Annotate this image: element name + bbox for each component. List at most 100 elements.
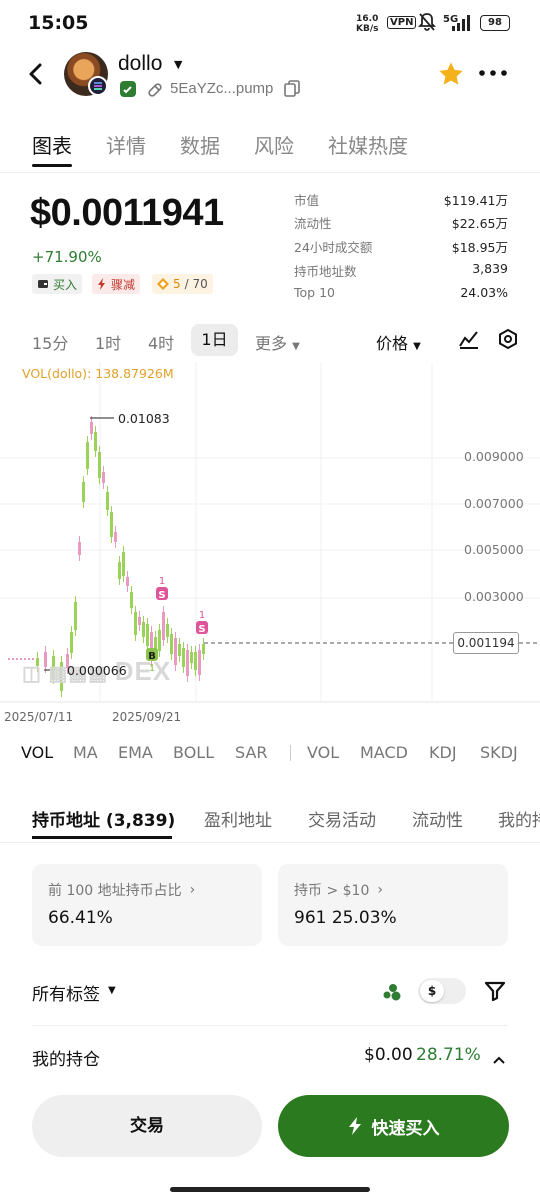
volume-legend: VOL(dollo): 138.87926M	[22, 366, 174, 381]
tab-liquidity[interactable]: 流动性	[412, 806, 463, 831]
top100-header: 前 100 地址持币占比 ›	[48, 880, 195, 900]
more-menu-icon[interactable]	[478, 64, 508, 86]
network-speed: 16.0 KB/s	[356, 14, 378, 34]
price-mode-select[interactable]: 价格 ▼	[376, 330, 421, 354]
interval-1d[interactable]: 1日	[191, 324, 238, 356]
tab-data[interactable]: 数据	[180, 130, 220, 159]
candle-body	[118, 562, 121, 579]
candle-body	[138, 617, 141, 625]
candle-body	[158, 630, 161, 651]
tab-risk[interactable]: 风险	[254, 130, 294, 159]
usd-toggle-knob[interactable]: $	[420, 980, 444, 1002]
tab-social[interactable]: 社媒热度	[328, 130, 408, 159]
tab-underline	[32, 164, 72, 167]
chevron-up-icon[interactable]	[492, 1050, 506, 1069]
lightning-icon	[348, 1117, 361, 1135]
candle-body	[102, 472, 105, 483]
holders-count: 961	[294, 908, 327, 928]
caret-down-icon[interactable]: ▼	[108, 985, 116, 996]
stat-top10-label: Top 10	[294, 285, 335, 300]
tab-chart[interactable]: 图表	[32, 130, 72, 159]
interval-15m[interactable]: 15分	[32, 330, 68, 354]
candle-body	[194, 652, 197, 670]
candle-body	[16, 658, 18, 660]
candle-body	[162, 612, 165, 640]
trade-marker-count: 1	[159, 576, 165, 587]
candle-body	[106, 492, 109, 510]
token-name[interactable]: dollo	[118, 52, 162, 76]
tab-profitable[interactable]: 盈利地址	[204, 806, 272, 831]
stat-holders-value: 3,839	[472, 261, 508, 276]
holders-card[interactable]: 持币 > $10 › 961 25.03%	[278, 864, 508, 946]
candle-body	[12, 658, 14, 660]
candle-body	[8, 658, 10, 660]
score-total: / 70	[184, 277, 208, 291]
buy-tag[interactable]: 买入	[32, 274, 83, 294]
indicator-boll[interactable]: BOLL	[173, 743, 214, 762]
candle-body	[122, 552, 125, 576]
chart-low-label: 0.000066	[67, 663, 127, 678]
back-arrow-icon[interactable]	[28, 62, 44, 90]
tab-my-holdings[interactable]: 我的持	[498, 806, 540, 831]
chevron-right-icon: ›	[377, 882, 383, 898]
score-tag[interactable]: 5 / 70	[152, 274, 213, 294]
trade-button[interactable]: 交易	[32, 1095, 262, 1157]
indicator-vol[interactable]: VOL	[21, 743, 53, 762]
tag-filter-select[interactable]: 所有标签	[32, 980, 100, 1005]
stat-volume-value: $18.95万	[451, 240, 508, 255]
candle-body	[178, 644, 181, 656]
lightning-icon	[98, 278, 105, 290]
copy-icon[interactable]	[284, 80, 300, 102]
candle-body	[78, 542, 81, 555]
candle-body	[174, 638, 177, 665]
chevron-right-icon: ›	[189, 882, 196, 898]
candle-body	[198, 650, 201, 675]
mute-bell-icon	[417, 12, 437, 36]
my-holding-pct: 28.71%	[416, 1045, 481, 1065]
holders-pct: 25.03%	[331, 908, 397, 928]
holders-title: 持币 > $10	[294, 883, 370, 899]
chart-settings-icon[interactable]	[497, 328, 519, 354]
divider	[32, 1025, 508, 1026]
top100-card[interactable]: 前 100 地址持币占比 › 66.41%	[32, 864, 262, 946]
caret-down-icon[interactable]: ▼	[174, 58, 182, 71]
tab-details[interactable]: 详情	[106, 130, 146, 159]
y-axis-tick: 0.003000	[464, 589, 524, 604]
holders-values: 961 25.03%	[294, 908, 397, 928]
quick-buy-button[interactable]: 快速买入	[278, 1095, 509, 1157]
candle-body	[94, 432, 97, 451]
interval-1h[interactable]: 1时	[95, 330, 121, 354]
top100-title: 前 100 地址持币占比	[48, 883, 182, 899]
indicator-separator	[290, 745, 291, 761]
indicator-sar[interactable]: SAR	[235, 743, 268, 762]
indicator-kdj[interactable]: KDJ	[429, 743, 457, 762]
candle-body	[126, 577, 129, 586]
tab-holders[interactable]: 持币地址 (3,839)	[32, 806, 175, 831]
indicator-skdj[interactable]: SKDJ	[480, 743, 518, 762]
candle-body	[190, 652, 193, 663]
interval-more[interactable]: 更多 ▼	[255, 330, 300, 354]
score-value: 5	[173, 277, 181, 291]
current-price: $0.0011941	[30, 192, 224, 234]
top100-value: 66.41%	[48, 908, 113, 928]
indicator-vol-sub[interactable]: VOL	[307, 743, 339, 762]
stat-top10-value: 24.03%	[460, 285, 508, 300]
pill-link-icon	[146, 81, 164, 103]
holders-header: 持币 > $10 ›	[294, 880, 383, 900]
indicator-ma[interactable]: MA	[73, 743, 98, 762]
indicator-chart-icon[interactable]	[458, 328, 480, 354]
interval-4h[interactable]: 4时	[148, 330, 174, 354]
indicator-macd[interactable]: MACD	[360, 743, 408, 762]
dump-tag[interactable]: 骤减	[92, 274, 141, 294]
network-speed-unit: KB/s	[356, 24, 379, 34]
bubble-map-icon[interactable]	[382, 982, 402, 1006]
filter-funnel-icon[interactable]	[484, 980, 506, 1006]
indicator-ema[interactable]: EMA	[118, 743, 153, 762]
tab-activity[interactable]: 交易活动	[308, 806, 376, 831]
contract-address[interactable]: 5EaYZc...pump	[170, 80, 273, 97]
y-axis-tick: 0.005000	[464, 542, 524, 557]
current-price-marker: 0.001194	[453, 632, 519, 654]
chain-badge-icon	[88, 76, 108, 96]
diamond-icon	[157, 278, 169, 290]
favorite-star-icon[interactable]	[437, 60, 465, 92]
